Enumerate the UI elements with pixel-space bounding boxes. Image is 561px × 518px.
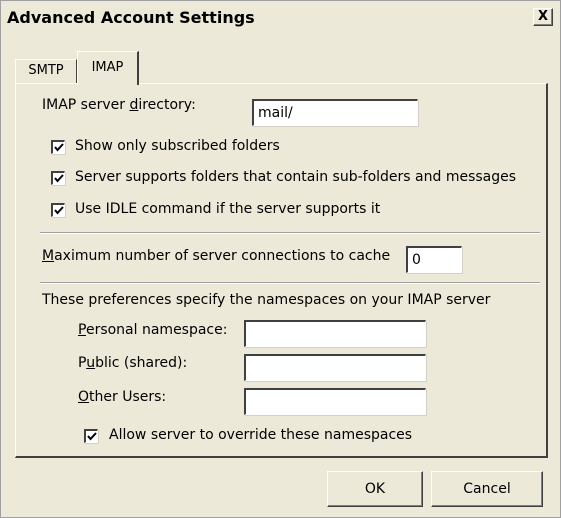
idle-checkbox[interactable] — [51, 203, 65, 217]
subfolders-checkbox[interactable] — [51, 171, 65, 185]
show-subscribed-label: Show only subscribed folders — [75, 138, 280, 154]
tab-imap[interactable]: IMAP — [77, 51, 139, 85]
separator — [40, 232, 540, 234]
tab-smtp[interactable]: SMTP — [15, 59, 77, 83]
imap-tab-panel: IMAP server directory: mail/ Show only s… — [15, 83, 548, 458]
close-button[interactable]: X — [533, 8, 553, 26]
tab-imap-label: IMAP — [91, 60, 124, 75]
close-icon: X — [537, 9, 549, 24]
ok-button[interactable]: OK — [327, 471, 423, 507]
cancel-button[interactable]: Cancel — [431, 471, 543, 507]
advanced-account-settings-dialog: Advanced Account Settings X SMTP IMAP IM… — [0, 0, 561, 518]
public-namespace-input[interactable] — [244, 354, 426, 381]
idle-label: Use IDLE command if the server supports … — [75, 201, 381, 217]
separator — [40, 282, 540, 284]
personal-namespace-input[interactable] — [244, 320, 426, 347]
subfolders-label: Server supports folders that contain sub… — [75, 169, 517, 185]
tab-smtp-label: SMTP — [28, 63, 64, 78]
checkmark-icon — [54, 206, 64, 215]
allow-override-label: Allow server to override these namespace… — [109, 427, 413, 443]
server-directory-label: IMAP server directory: — [42, 97, 196, 113]
show-subscribed-checkbox[interactable] — [51, 140, 65, 154]
allow-override-checkbox[interactable] — [84, 429, 98, 443]
checkmark-icon — [54, 174, 64, 183]
namespaces-intro-label: These preferences specify the namespaces… — [42, 292, 491, 308]
dialog-title: Advanced Account Settings — [7, 8, 255, 27]
checkmark-icon — [87, 432, 97, 441]
public-namespace-label: Public (shared): — [78, 355, 188, 371]
max-connections-label: Maximum number of server connections to … — [42, 248, 391, 264]
personal-namespace-label: Personal namespace: — [78, 322, 228, 338]
server-directory-input[interactable]: mail/ — [252, 99, 418, 126]
title-bar: Advanced Account Settings X — [1, 1, 560, 33]
other-users-input[interactable] — [244, 388, 426, 415]
other-users-label: Other Users: — [78, 389, 167, 405]
checkmark-icon — [54, 143, 64, 152]
max-connections-input[interactable]: 0 — [406, 246, 462, 273]
